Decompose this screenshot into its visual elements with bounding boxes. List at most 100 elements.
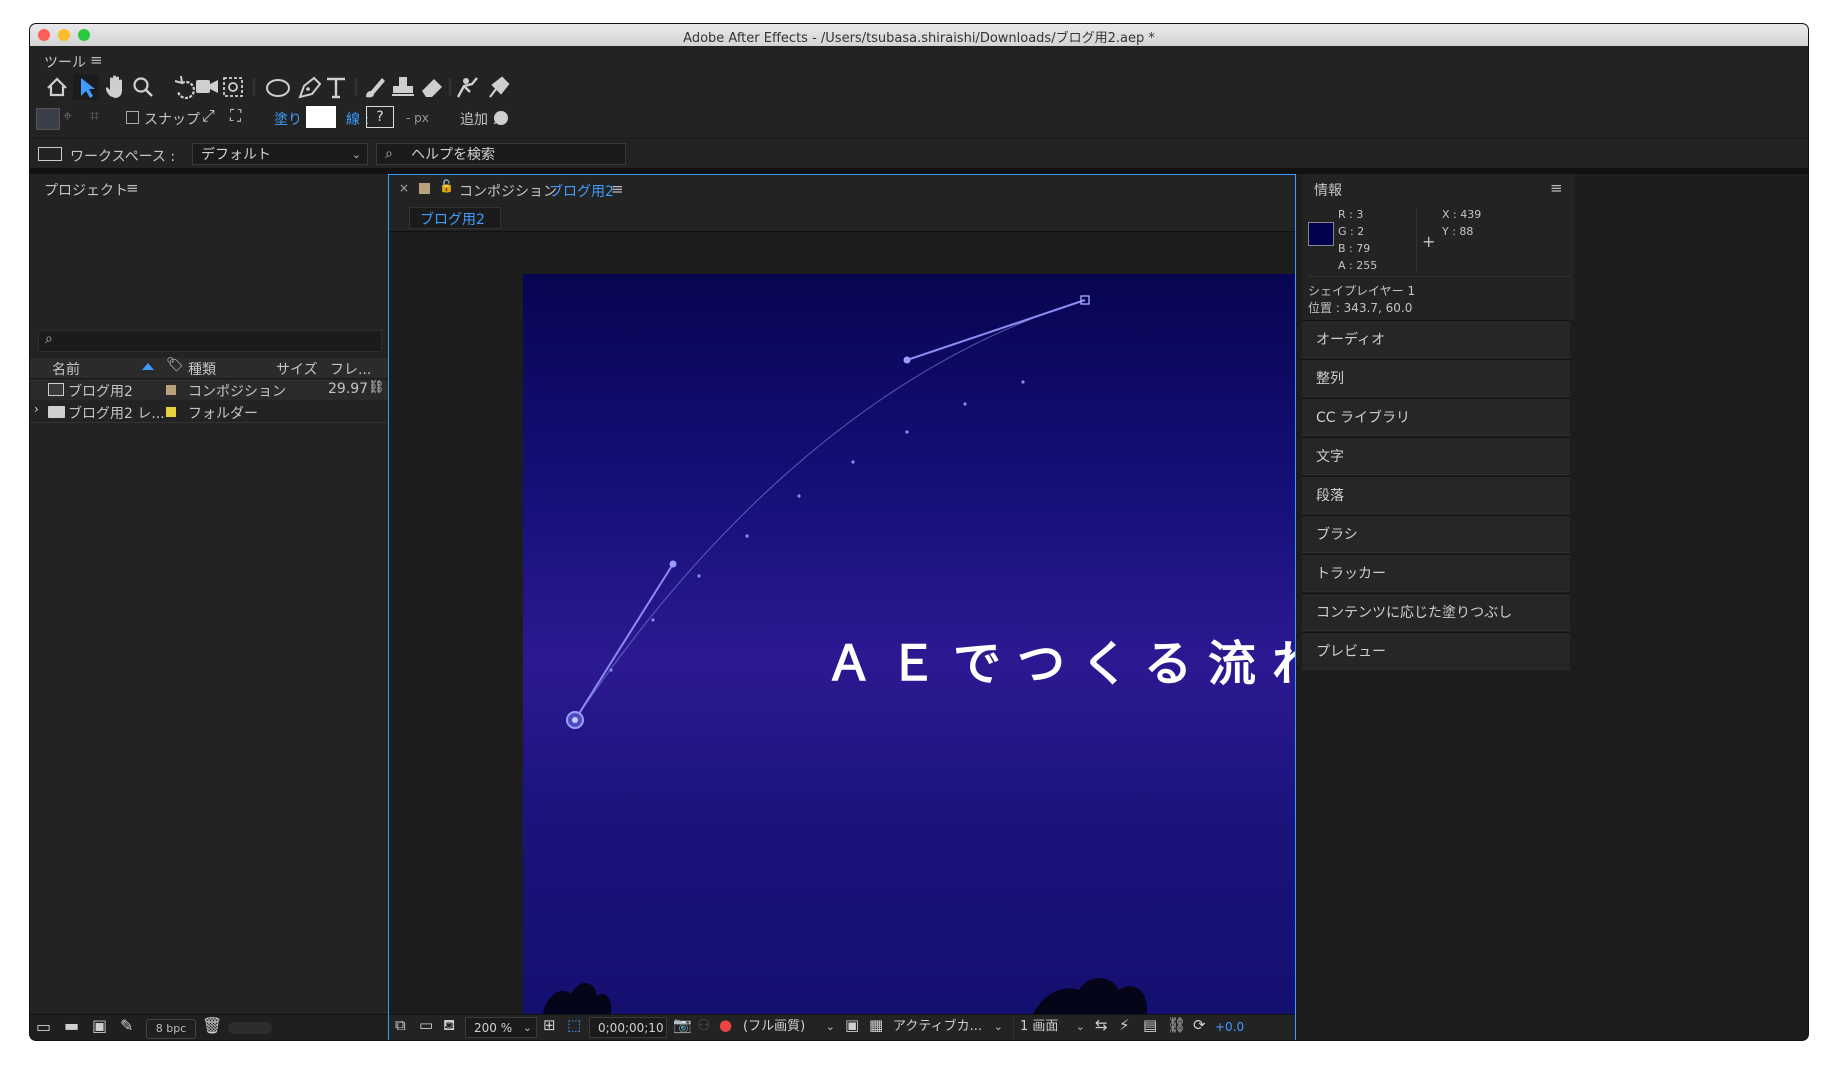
add-label: 追加 : [460, 112, 498, 128]
toggle-mask-path-icon[interactable]: ⬚ [567, 1018, 581, 1033]
exposure-value[interactable]: +0.0 [1215, 1020, 1244, 1034]
new-folder-icon[interactable]: ▬ [64, 1018, 79, 1034]
panel-audio[interactable]: オーディオ [1302, 320, 1570, 358]
mask-visibility-icon[interactable]: ⛾ [443, 1018, 455, 1033]
rgb-channel-icon[interactable]: ● [719, 1018, 732, 1033]
timecode-display[interactable]: 0;00;00;10 [589, 1017, 667, 1038]
flowchart-icon[interactable]: ⛓ [1167, 1018, 1186, 1033]
workspace-label: ワークスペース : [70, 149, 176, 165]
resolution-dropdown[interactable]: (フル画質) ⌄ [743, 1017, 835, 1038]
roto-brush-tool-icon[interactable] [456, 77, 478, 98]
label-color-swatch[interactable] [166, 385, 176, 395]
panel-content-aware-fill[interactable]: コンテンツに応じた塗りつぶし [1302, 593, 1570, 631]
monitor-icon[interactable]: ▭ [419, 1018, 433, 1033]
rotate-tool-icon[interactable] [174, 75, 195, 100]
show-snapshot-icon[interactable]: ⚇ [697, 1018, 710, 1033]
sort-ascending-icon[interactable] [142, 363, 154, 370]
pixel-aspect-icon[interactable]: ⇆ [1095, 1018, 1108, 1033]
column-type[interactable]: 種類 [188, 359, 216, 379]
project-panel-title: プロジェクト [44, 183, 128, 199]
camera-view-dropdown[interactable]: アクティブカ... ⌄ [893, 1017, 1003, 1038]
snap-edge-icon[interactable]: ⤢ [202, 108, 215, 124]
brush-tool-icon[interactable] [366, 78, 385, 98]
info-menu-icon[interactable]: ≡ [1550, 179, 1563, 197]
panel-preview[interactable]: プレビュー [1302, 632, 1570, 670]
home-tool-icon[interactable] [47, 77, 67, 97]
pen-tool-icon[interactable] [298, 76, 322, 99]
roto-mode-3-icon[interactable]: ⌗ [90, 108, 99, 124]
label-tag-icon[interactable]: 🏷 [166, 358, 184, 372]
fill-color-swatch[interactable] [306, 106, 336, 128]
camera-tool-icon[interactable] [196, 80, 218, 93]
comp-tab-name[interactable]: ブログ用2 [549, 181, 614, 201]
hand-tool-icon[interactable] [106, 75, 122, 99]
panel-cc-libraries[interactable]: CC ライブラリ [1302, 398, 1570, 436]
window-title: Adobe After Effects - /Users/tsubasa.shi… [683, 31, 1155, 46]
snapshot-camera-icon[interactable]: 📷 [673, 1018, 692, 1033]
title-bar: Adobe After Effects - /Users/tsubasa.shi… [30, 24, 1808, 47]
flowchart-icon[interactable]: ⛓ [368, 381, 385, 394]
comp-canvas[interactable]: ＡＥでつくる流れ [523, 274, 1295, 1014]
comp-label-color[interactable] [419, 183, 430, 194]
column-frame[interactable]: フレ... [330, 359, 371, 379]
column-size[interactable]: サイズ [276, 359, 318, 379]
panel-character[interactable]: 文字 [1302, 437, 1570, 475]
project-row-composition[interactable]: ブログ用2 コンポジション 29.97 ⛓ [30, 380, 388, 400]
reset-exposure-icon[interactable]: ⟳ [1193, 1018, 1206, 1033]
pan-behind-tool-icon[interactable] [223, 77, 243, 97]
item-type: フォルダー [188, 406, 258, 422]
interpret-footage-icon[interactable]: ▭ [36, 1019, 51, 1035]
close-tab-icon[interactable]: × [399, 181, 409, 195]
zoom-tool-icon[interactable] [133, 77, 153, 97]
comp-viewer[interactable]: ＡＥでつくる流れ [389, 232, 1295, 1014]
zoom-dropdown[interactable]: 200 % ⌄ [465, 1017, 537, 1038]
timeline-icon[interactable]: ▤ [1143, 1018, 1157, 1033]
eraser-tool-icon[interactable] [422, 79, 442, 97]
puppet-pin-tool-icon[interactable] [489, 76, 510, 98]
panel-list: オーディオ 整列 CC ライブラリ 文字 段落 ブラシ トラッカー コンテンツに… [1302, 320, 1574, 670]
panel-paragraph[interactable]: 段落 [1302, 476, 1570, 514]
roto-mode-2-icon[interactable]: ⌖ [63, 108, 72, 124]
label-color-swatch[interactable] [166, 407, 176, 417]
info-panel: 情報 ≡ R : 3 G : 2 B : 79 A : 255 + X : 43… [1302, 174, 1574, 320]
transparency-grid-icon[interactable]: ▦ [869, 1018, 883, 1033]
panel-align[interactable]: 整列 [1302, 359, 1570, 397]
comp-breadcrumb[interactable]: ブログ用2 [409, 207, 501, 229]
stroke-color-swatch[interactable]: ? [366, 106, 394, 128]
workspace-value: デフォルト [201, 147, 271, 163]
type-tool-icon[interactable] [327, 77, 345, 99]
views-dropdown[interactable]: 1 画面 ⌄ [1013, 1017, 1085, 1038]
panel-brushes[interactable]: ブラシ [1302, 515, 1570, 553]
snap-checkbox[interactable] [126, 111, 139, 124]
comp-menu-icon[interactable]: ≡ [611, 180, 624, 198]
workspace-dropdown[interactable]: デフォルト ⌄ [192, 143, 368, 165]
column-name[interactable]: 名前 [52, 359, 80, 379]
right-panel-column: 情報 ≡ R : 3 G : 2 B : 79 A : 255 + X : 43… [1296, 174, 1808, 1040]
crosshair-icon: + [1422, 232, 1436, 251]
add-menu-icon[interactable] [494, 111, 508, 125]
project-menu-icon[interactable]: ≡ [126, 179, 139, 197]
panel-tracker[interactable]: トラッカー [1302, 554, 1570, 592]
project-search-input[interactable]: ⌕ [38, 330, 382, 352]
project-settings-icon[interactable]: ✎ [120, 1018, 133, 1034]
region-of-interest-icon[interactable]: ▣ [845, 1018, 859, 1033]
grid-guides-icon[interactable]: ⊞ [543, 1018, 556, 1033]
clone-stamp-tool-icon[interactable] [392, 77, 414, 96]
project-panel: プロジェクト ≡ ⌕ 名前 🏷 種類 サイズ フレ... ブログ用2 コンポジシ… [30, 174, 388, 1040]
new-composition-icon[interactable]: ▣ [92, 1018, 107, 1034]
viewer-toolbar: ⧉ ▭ ⛾ 200 % ⌄ ⊞ ⬚ 0;00;00;10 📷 ⚇ ● (フル画質… [389, 1014, 1295, 1040]
thumbnail-slider[interactable] [228, 1022, 272, 1034]
always-preview-icon[interactable]: ⧉ [395, 1018, 406, 1033]
trash-icon[interactable]: 🗑 [202, 1018, 222, 1034]
project-row-folder[interactable]: › ブログ用2 レ... フォルダー [30, 402, 388, 422]
bpc-button[interactable]: 8 bpc [146, 1019, 196, 1039]
roto-mode-icon[interactable] [36, 108, 60, 130]
ellipse-tool-icon[interactable] [266, 79, 290, 97]
tools-menu-icon[interactable]: ≡ [90, 51, 103, 69]
stroke-width-value[interactable]: - px [406, 111, 429, 125]
fast-preview-icon[interactable]: ⚡ [1119, 1018, 1130, 1033]
disclosure-triangle-icon[interactable]: › [34, 403, 39, 415]
snap-bbox-icon[interactable]: ⛶ [230, 108, 241, 124]
lock-icon[interactable]: 🔓 [439, 180, 454, 192]
help-search-input[interactable]: ⌕ ヘルプを検索 [376, 143, 626, 165]
